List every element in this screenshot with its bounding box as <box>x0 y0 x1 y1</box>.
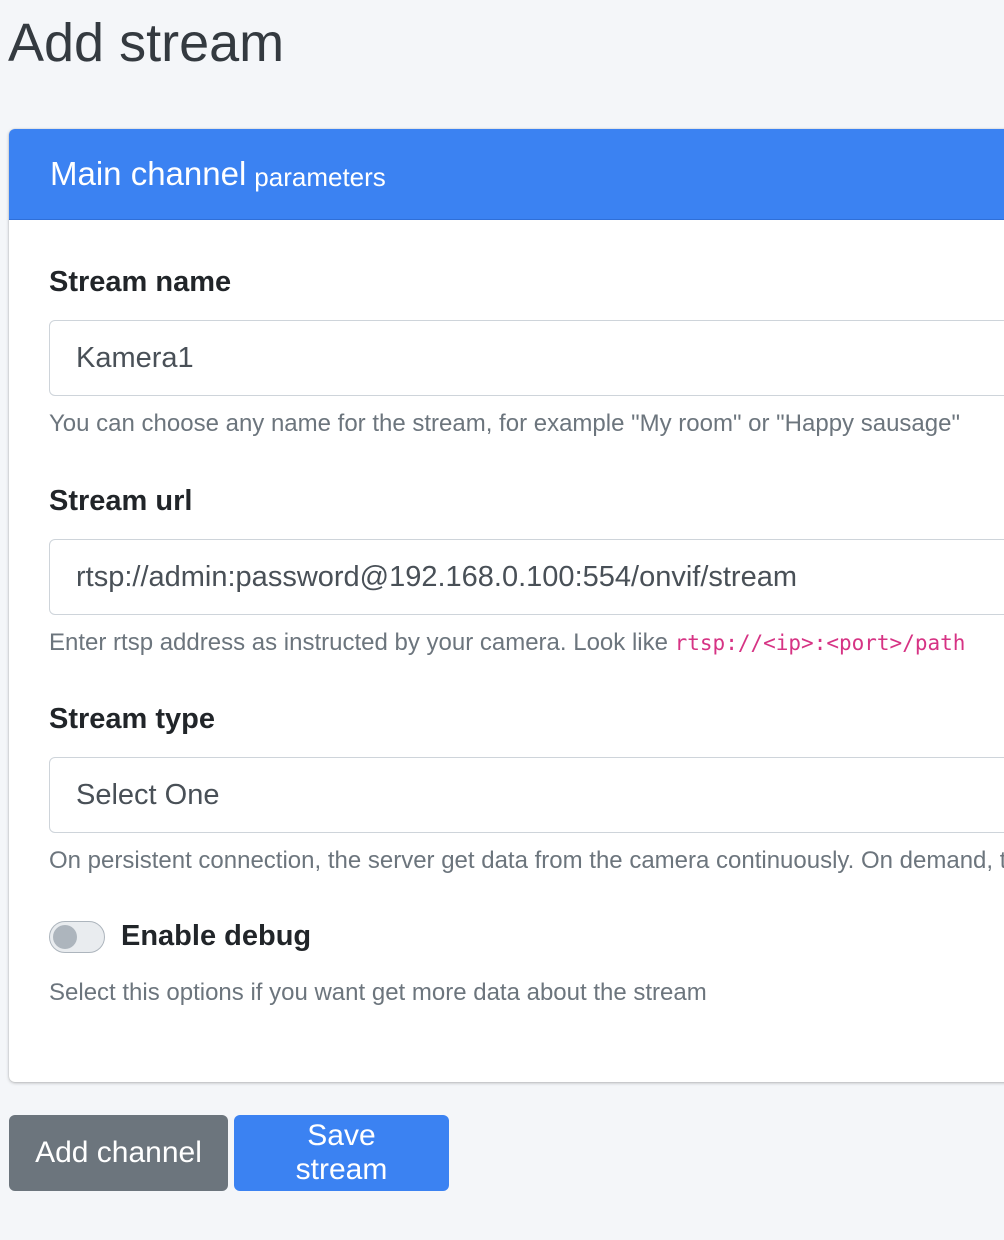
stream-type-group: Stream type Select One On persistent con… <box>49 703 1004 875</box>
card-header: Main channel parameters <box>9 129 1004 220</box>
stream-url-help: Enter rtsp address as instructed by your… <box>49 629 1004 657</box>
stream-type-label: Stream type <box>49 703 216 735</box>
debug-help: Select this options if you want get more… <box>49 979 707 1006</box>
debug-toggle[interactable] <box>49 920 105 953</box>
stream-url-group: Stream url rtsp://admin:password@192.168… <box>49 485 1004 657</box>
add-channel-button[interactable]: Add channel <box>9 1115 228 1191</box>
stream-url-input[interactable]: rtsp://admin:password@192.168.0.100:554/… <box>49 539 1004 615</box>
save-stream-button[interactable]: Save stream <box>234 1115 449 1191</box>
stream-url-example-code: rtsp://<ip>:<port>/path <box>674 631 966 655</box>
stream-type-select[interactable]: Select One <box>49 757 1004 833</box>
stream-name-help: You can choose any name for the stream, … <box>49 410 960 437</box>
toggle-knob <box>53 924 77 949</box>
card-subtitle: parameters <box>254 161 386 192</box>
stream-url-help-text: Enter rtsp address as instructed by your… <box>49 629 675 656</box>
stream-type-help: On persistent connection, the server get… <box>49 847 1004 874</box>
stream-name-group: Stream name Kamera1 You can choose any n… <box>49 266 1004 438</box>
debug-label[interactable]: Enable debug <box>121 920 311 953</box>
stream-name-input[interactable]: Kamera1 <box>49 320 1004 396</box>
debug-switch-row: Enable debug <box>49 920 311 953</box>
card-title: Main channel <box>50 155 247 192</box>
stream-url-label: Stream url <box>49 485 193 517</box>
stream-name-label: Stream name <box>49 266 232 298</box>
page-title: Add stream <box>8 13 285 73</box>
main-channel-card: Main channel parameters Stream name Kame… <box>9 129 1004 1082</box>
